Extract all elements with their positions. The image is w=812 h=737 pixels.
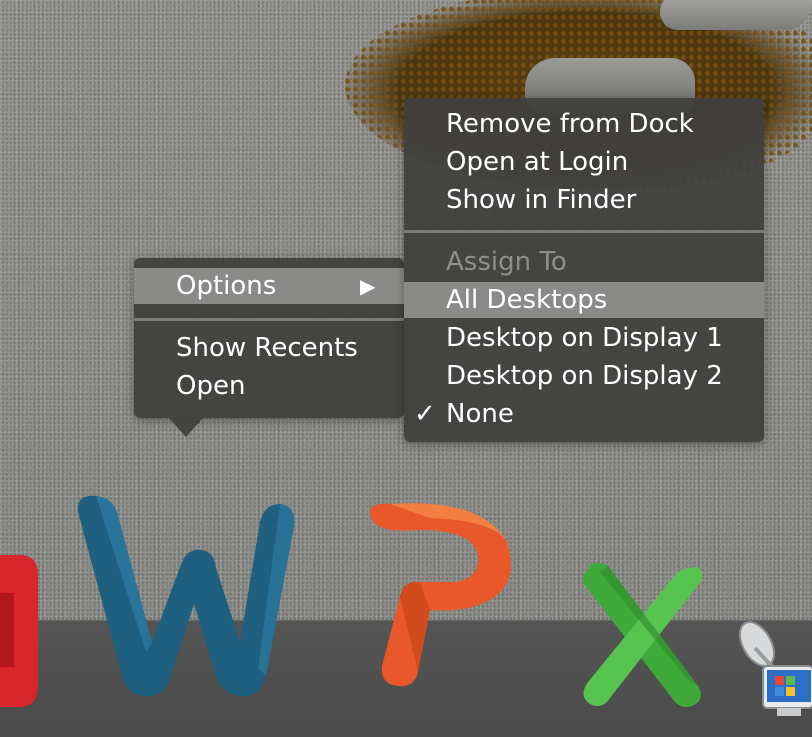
word-w-icon[interactable] xyxy=(70,492,305,706)
wallpaper-rock-top xyxy=(660,0,812,30)
menu-item-desktop-display-2-label: Desktop on Display 2 xyxy=(446,361,723,391)
assign-to-header: Assign To xyxy=(404,244,764,280)
menu-item-open-at-login-label: Open at Login xyxy=(446,147,629,177)
menu-item-show-recents[interactable]: Show Recents xyxy=(134,330,404,366)
dock-context-menu: Options ▶ Show Recents Open xyxy=(134,258,404,418)
menu-item-desktop-display-2[interactable]: Desktop on Display 2 xyxy=(404,358,764,394)
menu-item-open-at-login[interactable]: Open at Login xyxy=(404,144,764,180)
menu-item-all-desktops[interactable]: All Desktops xyxy=(404,282,764,318)
menu-item-options-label: Options xyxy=(176,271,277,301)
menu-item-show-recents-label: Show Recents xyxy=(176,333,358,363)
red-app-icon[interactable] xyxy=(0,555,42,714)
menu-item-show-in-finder[interactable]: Show in Finder xyxy=(404,182,764,218)
menu-item-show-in-finder-label: Show in Finder xyxy=(446,185,637,215)
menu-item-none[interactable]: ✓ None xyxy=(404,396,764,432)
menu-item-desktop-display-1[interactable]: Desktop on Display 1 xyxy=(404,320,764,356)
menu-item-open-label: Open xyxy=(176,371,246,401)
menu-item-open[interactable]: Open xyxy=(134,368,404,404)
powerpoint-p-icon[interactable] xyxy=(360,500,520,694)
menu-separator xyxy=(404,230,764,233)
menu-item-all-desktops-label: All Desktops xyxy=(446,285,608,315)
menu-item-none-label: None xyxy=(446,399,514,429)
menu-item-remove-from-dock[interactable]: Remove from Dock xyxy=(404,106,764,142)
menu-pointer xyxy=(168,417,204,437)
assign-to-header-label: Assign To xyxy=(446,247,567,277)
menu-separator xyxy=(134,318,404,321)
excel-x-icon[interactable] xyxy=(580,560,710,714)
remote-desktop-satellite-icon[interactable] xyxy=(735,618,812,727)
menu-item-desktop-display-1-label: Desktop on Display 1 xyxy=(446,323,723,353)
menu-item-options[interactable]: Options ▶ xyxy=(134,268,404,304)
submenu-arrow-icon: ▶ xyxy=(360,274,376,298)
checkmark-icon: ✓ xyxy=(414,399,436,429)
options-submenu: Remove from Dock Open at Login Show in F… xyxy=(404,98,764,442)
menu-item-remove-from-dock-label: Remove from Dock xyxy=(446,109,694,139)
